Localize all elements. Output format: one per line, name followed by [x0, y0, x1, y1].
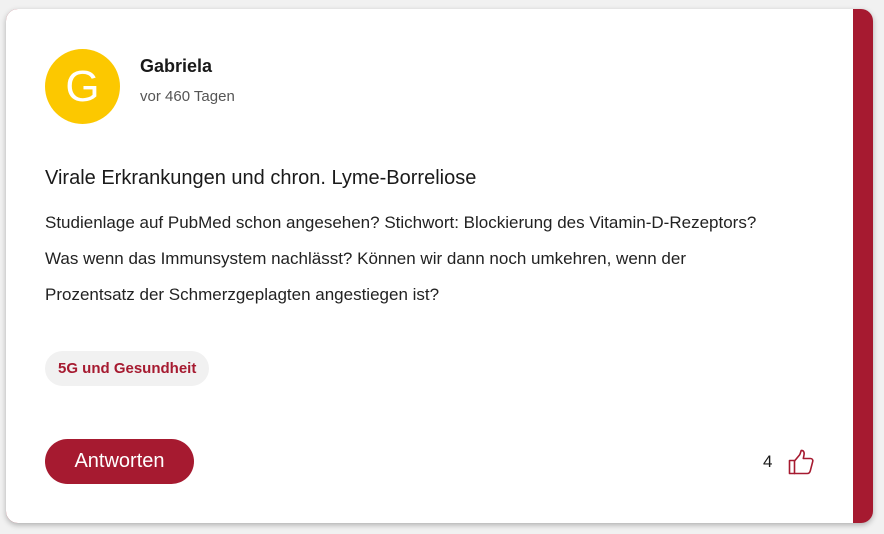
topic-tag-label: 5G und Gesundheit: [58, 360, 197, 377]
post-title: Virale Erkrankungen und chron. Lyme-Borr…: [45, 167, 477, 189]
post-body-line: Was wenn das Immunsystem nachlässt? Könn…: [45, 249, 686, 268]
author-name[interactable]: Gabriela: [140, 56, 212, 77]
post-card: G Gabriela vor 460 Tagen Virale Erkranku…: [6, 9, 853, 523]
thumbs-up-icon: [788, 449, 814, 475]
post-body-line: Prozentsatz der Schmerzgeplagten angesti…: [45, 285, 440, 304]
post-body: Studienlage auf PubMed schon angesehen? …: [45, 205, 835, 313]
reply-button-label: Antworten: [74, 450, 165, 472]
like-button[interactable]: [787, 448, 815, 476]
reply-button[interactable]: Antworten: [45, 439, 194, 484]
avatar-letter: G: [65, 61, 100, 111]
avatar: G: [45, 49, 120, 124]
topic-tag[interactable]: 5G und Gesundheit: [45, 351, 210, 386]
post-timestamp: vor 460 Tagen: [140, 88, 235, 105]
like-count: 4: [763, 452, 773, 471]
post-card-frame: G Gabriela vor 460 Tagen Virale Erkranku…: [6, 9, 873, 523]
post-body-line: Studienlage auf PubMed schon angesehen? …: [45, 213, 757, 232]
